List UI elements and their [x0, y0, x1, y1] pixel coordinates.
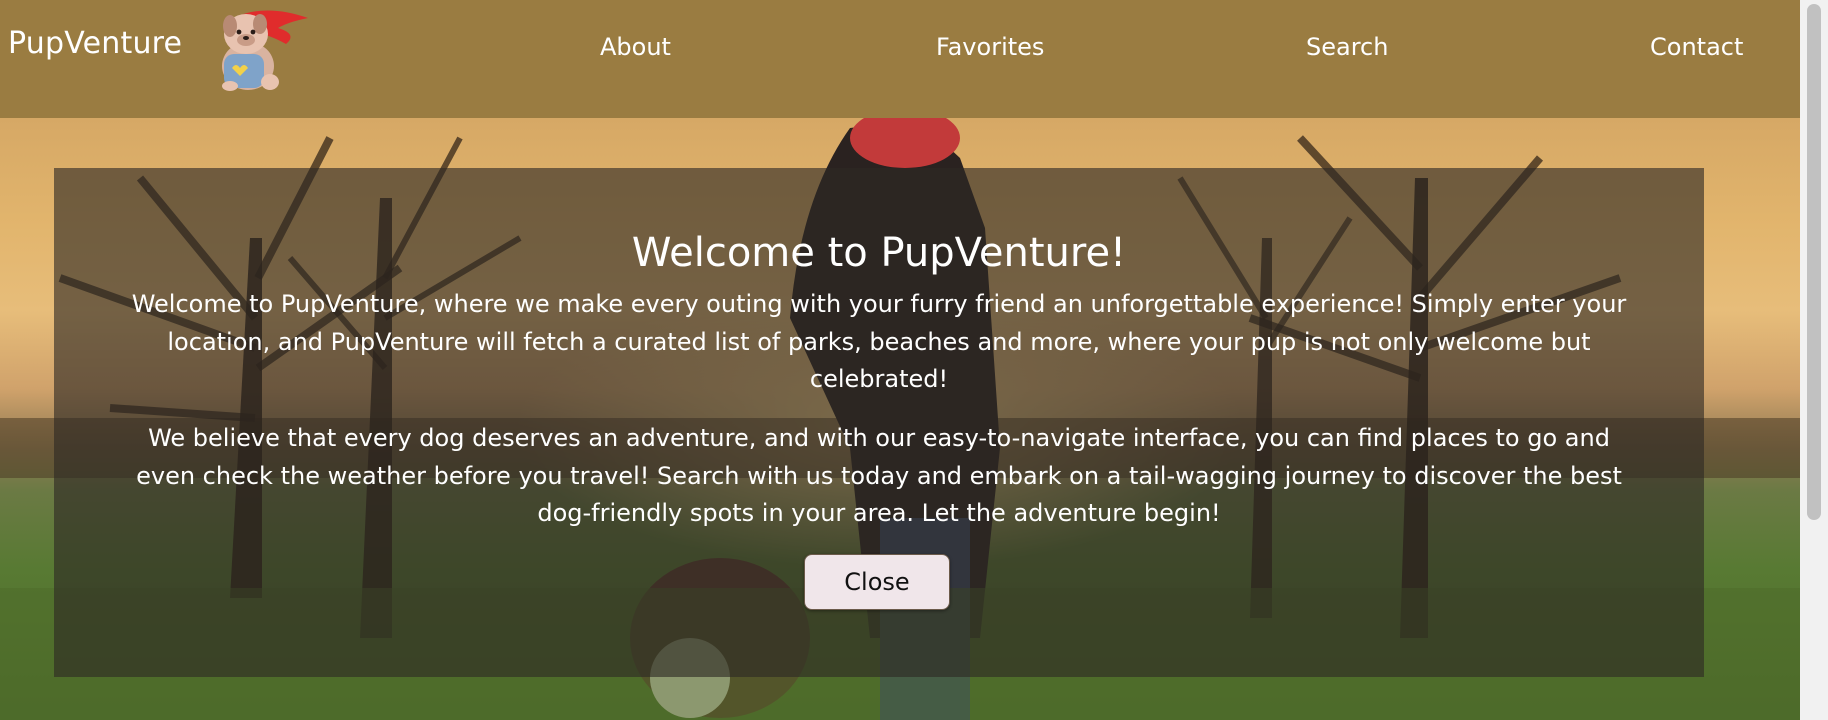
superhero-dog-logo-icon[interactable] [208, 4, 312, 92]
modal-title: Welcome to PupVenture! [631, 230, 1127, 276]
close-button[interactable]: Close [804, 554, 950, 610]
page-scrollbar[interactable] [1800, 0, 1828, 720]
nav-about[interactable]: About [600, 33, 671, 61]
scrollbar-thumb[interactable] [1807, 4, 1821, 520]
nav-favorites[interactable]: Favorites [936, 33, 1044, 61]
modal-paragraph-adventure: We believe that every dog deserves an ad… [136, 424, 1622, 527]
site-header: PupVenture About Favorites Search Contac… [0, 0, 1800, 118]
nav-contact[interactable]: Contact [1650, 33, 1743, 61]
nav-search[interactable]: Search [1306, 33, 1388, 61]
brand-name[interactable]: PupVenture [8, 26, 182, 61]
welcome-modal: Welcome to PupVenture! Welcome to PupVen… [54, 168, 1704, 677]
modal-paragraph-intro: Welcome to PupVenture, where we make eve… [131, 290, 1627, 393]
